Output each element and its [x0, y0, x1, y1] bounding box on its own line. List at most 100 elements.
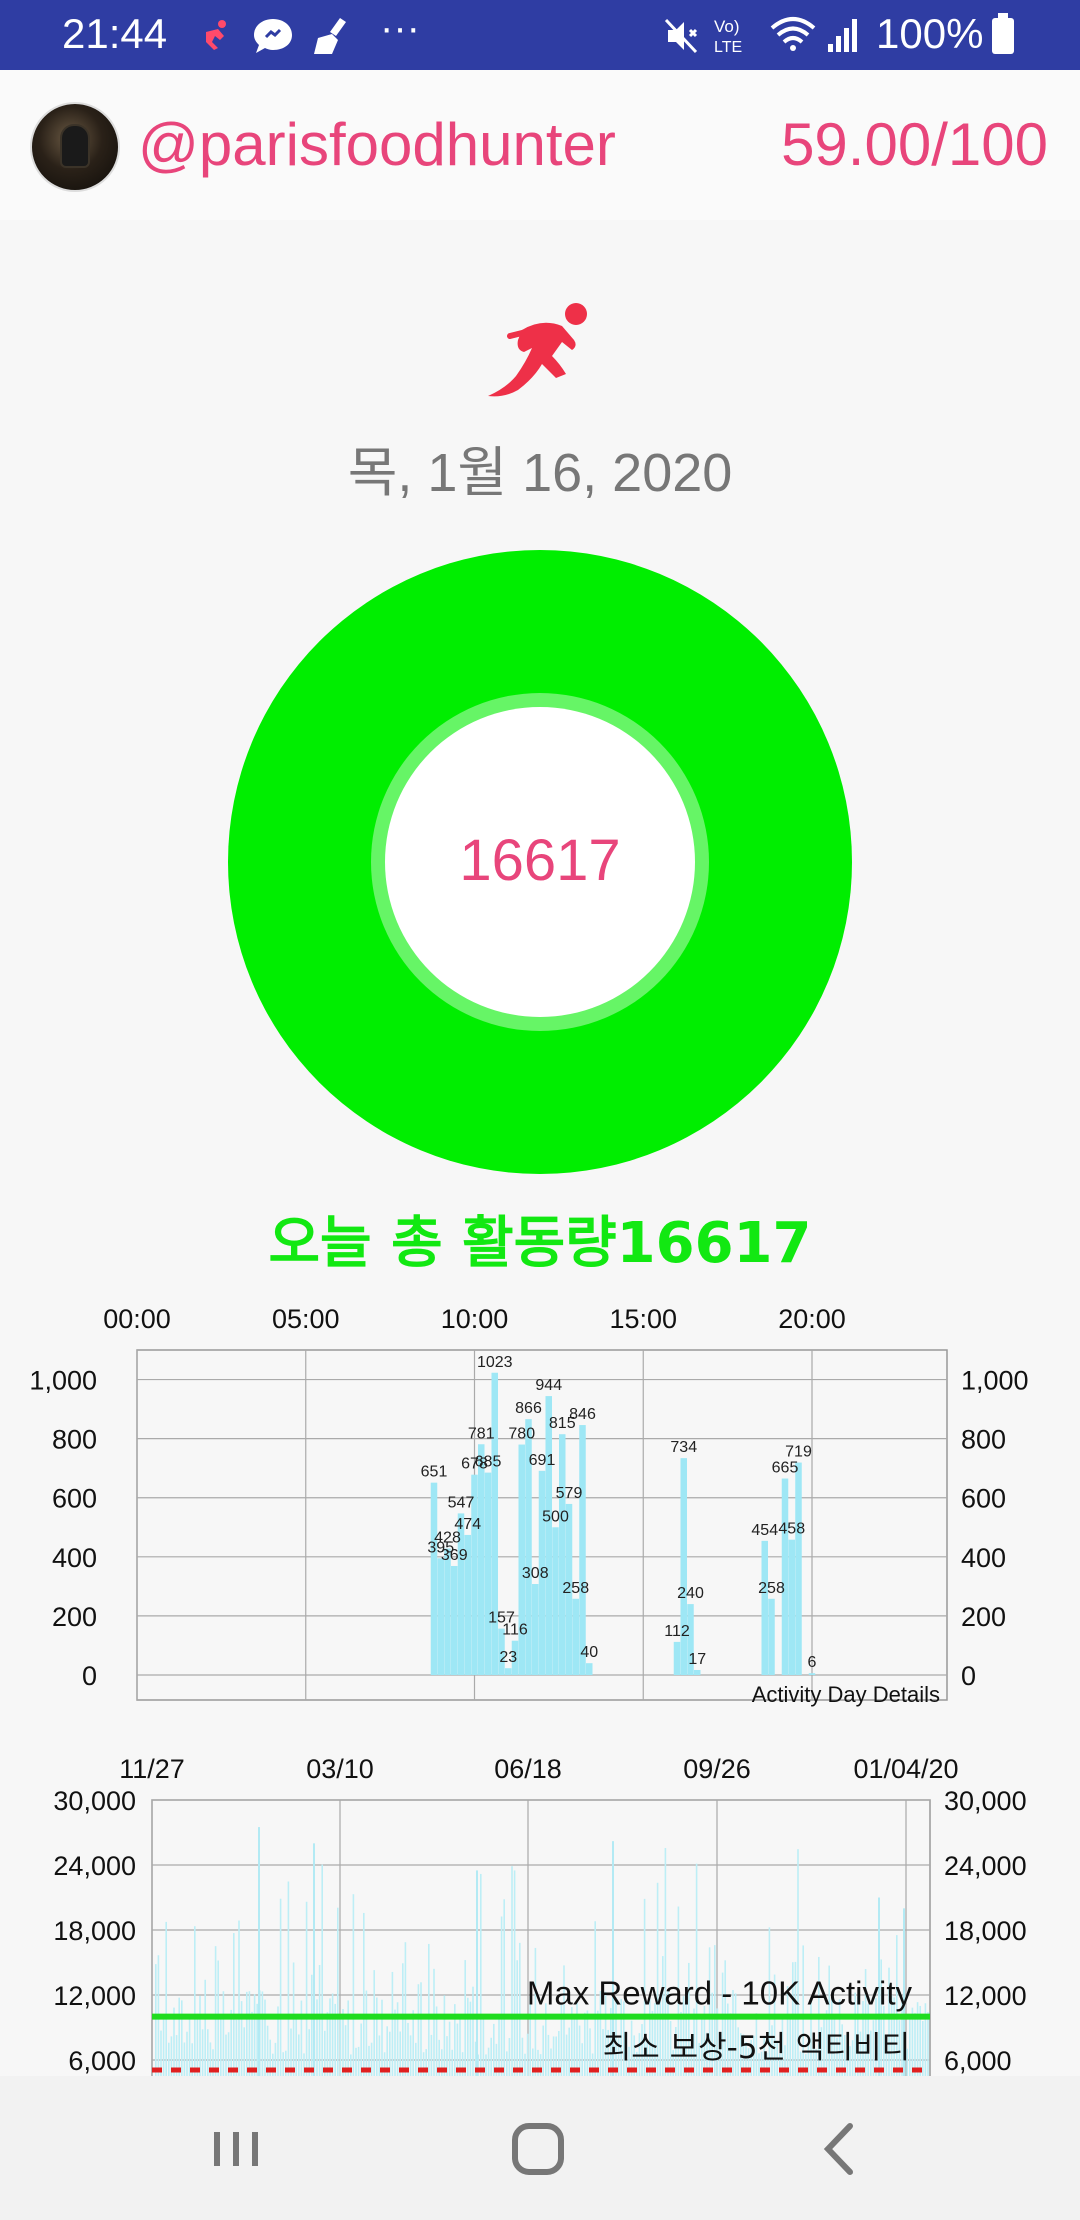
y-tick-label-right: 18,000: [944, 1916, 1027, 1946]
activity-bar: [559, 1434, 566, 1675]
history-bar: [381, 1999, 383, 2076]
history-bar: [547, 2034, 550, 2076]
history-bar: [430, 2034, 433, 2076]
bar-value-label: 23: [499, 1649, 517, 1666]
back-icon[interactable]: [800, 2114, 880, 2184]
bar-value-label: 116: [502, 1622, 528, 1639]
history-bar-peak: [313, 1843, 315, 2076]
history-bar-peak: [476, 1870, 478, 2076]
recent-apps-icon[interactable]: [196, 2114, 276, 2184]
bar-value-label: 944: [535, 1377, 562, 1394]
min-reward-label: 최소 보상-5천 액티비티: [603, 2030, 910, 2066]
history-bar: [321, 1864, 323, 2076]
history-bar: [396, 2002, 399, 2076]
activity-bar: [532, 1584, 539, 1675]
history-bar: [365, 1990, 368, 2076]
history-bar: [443, 1995, 446, 2076]
history-bar: [225, 2034, 227, 2076]
history-bar: [199, 1995, 201, 2076]
history-bar: [264, 1999, 266, 2076]
history-bar: [480, 1873, 482, 2076]
bar-value-label: 651: [421, 1464, 448, 1481]
volte-icon: Vo) LTE: [714, 17, 742, 56]
history-bar: [246, 1991, 248, 2076]
max-reward-label: Max Reward - 10K Activity: [527, 1975, 913, 2012]
history-bar: [576, 2002, 578, 2076]
activity-bar: [491, 1372, 498, 1675]
history-bar: [352, 1894, 355, 2076]
y-tick-label-right: 1,000: [961, 1366, 1029, 1396]
history-bar: [506, 2051, 508, 2076]
history-bar: [378, 2035, 381, 2076]
history-bar: [181, 2000, 183, 2076]
day-chart-svg: 0 0 200 200 400 400 600 600 800 800 1,000 1,000 00:0…: [29, 1304, 1029, 1707]
history-bar: [316, 1999, 318, 2076]
svg-text:Vo): Vo): [714, 17, 740, 36]
activity-bar: [518, 1444, 525, 1675]
activity-bar: [451, 1565, 458, 1675]
home-icon[interactable]: [498, 2114, 578, 2184]
chat-icon: [254, 19, 292, 53]
history-chart-svg: 6,000 6,000 12,000 12,000 18,000 18,000 24,000…: [53, 1754, 1027, 2076]
history-bar: [251, 2011, 253, 2076]
activity-bar: [795, 1462, 802, 1675]
history-bar: [165, 1921, 167, 2076]
mute-icon: [664, 18, 698, 54]
donut-center-value: 16617: [459, 828, 621, 893]
bar-value-label: 240: [677, 1585, 704, 1602]
history-bar: [347, 2000, 349, 2076]
history-bar: [220, 2016, 222, 2076]
bar-value-label: 40: [580, 1644, 598, 1661]
history-bar: [433, 1968, 435, 2076]
bar-value-label: 308: [522, 1565, 549, 1582]
history-bar: [490, 2037, 492, 2076]
history-bar: [253, 1994, 256, 2076]
username[interactable]: @parisfoodhunter: [138, 110, 616, 179]
status-bar: 21:44 ··· Vo) LTE 100%: [0, 0, 1080, 70]
y-tick-label-right: 30,000: [944, 1786, 1027, 1816]
history-bar: [204, 1979, 206, 2076]
history-bar: [282, 2052, 284, 2076]
history-bar: [922, 2021, 924, 2076]
date-label: 목, 1월 16, 2020: [347, 443, 733, 503]
activity-bar: [505, 1668, 512, 1675]
history-bar: [472, 1986, 474, 2076]
history-bar: [420, 1982, 422, 2076]
history-bar: [513, 1870, 516, 2076]
bar-value-label: 734: [670, 1439, 697, 1456]
history-bar: [370, 2042, 373, 2076]
history-bar: [467, 1997, 469, 2076]
bar-value-label: 866: [515, 1400, 542, 1417]
more-notifications: ···: [380, 6, 420, 50]
avatar[interactable]: [30, 102, 120, 192]
history-bar: [337, 1907, 339, 2076]
x-tick-label: 00:00: [103, 1304, 171, 1334]
history-bar: [207, 2029, 209, 2076]
history-bar: [586, 2010, 589, 2076]
x-tick-label: 11/27: [119, 1754, 185, 1784]
history-bar: [311, 1974, 313, 2076]
history-bar: [196, 2013, 199, 2076]
bar-value-label: 258: [758, 1580, 785, 1597]
history-bar: [451, 2049, 453, 2076]
history-bar: [404, 1942, 407, 2076]
history-bar: [155, 1964, 157, 2076]
history-bar: [511, 1866, 513, 2076]
bar-value-label: 17: [688, 1651, 706, 1668]
history-bar: [448, 2021, 451, 2076]
history-bar: [248, 1991, 251, 2076]
x-tick-label: 01/04/20: [853, 1754, 958, 1784]
bar-value-label: 474: [454, 1516, 481, 1533]
day-activity-chart: 0 0 200 200 400 400 600 600 800 800 1,000 1,000 00:0…: [0, 1290, 1080, 1720]
bar-value-label: 665: [772, 1460, 799, 1477]
history-bar: [318, 1965, 321, 2076]
y-tick-label-right: 0: [961, 1661, 976, 1691]
history-bar: [581, 2043, 583, 2076]
activity-bar: [586, 1663, 593, 1675]
y-tick-label-right: 600: [961, 1484, 1006, 1514]
y-tick-label-right: 400: [961, 1543, 1006, 1573]
history-bar: [214, 1946, 217, 2076]
history-bar: [482, 2017, 485, 2076]
history-bar: [350, 2054, 352, 2076]
bar-value-label: 458: [778, 1521, 805, 1538]
